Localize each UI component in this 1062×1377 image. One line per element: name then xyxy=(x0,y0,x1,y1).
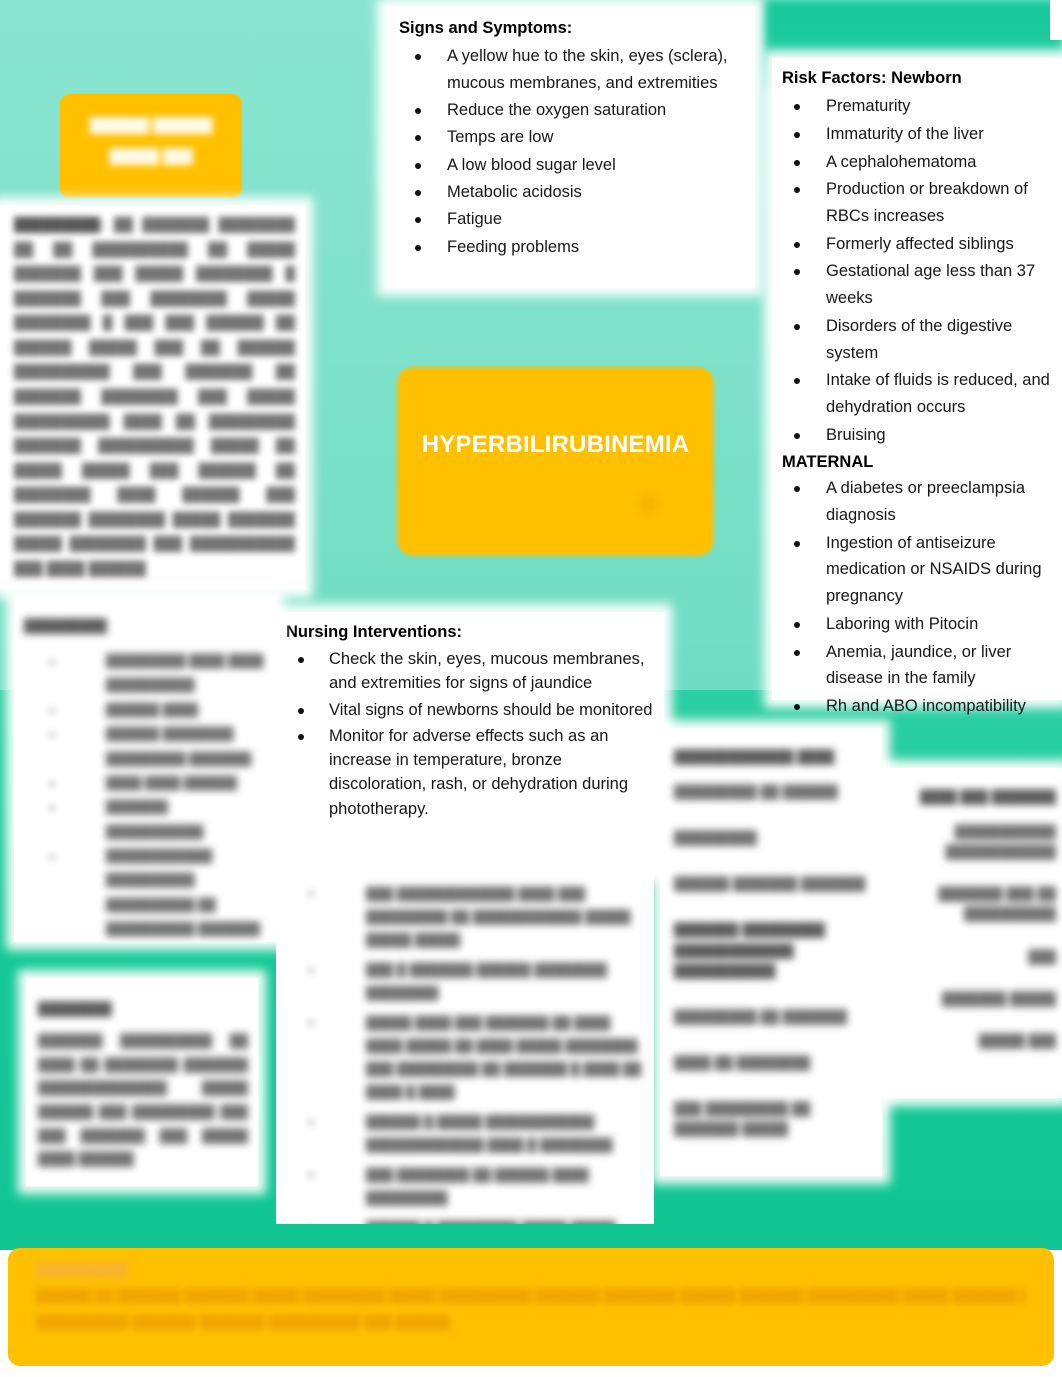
right-side-line: ███████ ███ ██ ██████████ xyxy=(938,886,1056,922)
list-item: Temps are low xyxy=(399,124,741,150)
list-item: A low blood sugar level xyxy=(399,152,741,178)
list-item: ███ █ ███████ ██████ ████████ ████████ xyxy=(324,958,646,1004)
footer-banner: ██████████ ██████ ██ ███████ ███████ ███… xyxy=(8,1248,1054,1366)
list-item: Vital signs of newborns should be monito… xyxy=(286,698,654,722)
footer-line: ██████ ██ ███████ ███████ █████ ████████… xyxy=(36,1288,1026,1303)
footer-heading: ██████████ xyxy=(36,1262,129,1277)
right-side-panel: ████ ███ ███████ ███████████ ███████████… xyxy=(884,768,1062,1098)
list-item: Formerly affected siblings xyxy=(782,231,1056,258)
complications-line: █████████ ██ ███████ xyxy=(674,1008,848,1024)
right-side-line: ███ xyxy=(1028,948,1056,964)
list-item: Reduce the oxygen saturation xyxy=(399,97,741,123)
interventions-detail-list: ███ █████████████ ████ ███ █████████ ██ … xyxy=(284,882,646,1224)
footer-line: ██████████ ███████ ███████ ██████████ ██… xyxy=(36,1314,451,1329)
list-item: Monitor for adverse effects such as an i… xyxy=(286,724,654,821)
right-side-line: ███████ █████ xyxy=(941,990,1056,1006)
list-item: Rh and ABO incompatibility xyxy=(782,693,1056,720)
list-item: Immaturity of the liver xyxy=(782,121,1056,148)
list-item: Metabolic acidosis xyxy=(399,179,741,205)
right-side-line: █████ ███ xyxy=(978,1032,1056,1048)
list-item: A yellow hue to the skin, eyes (sclera),… xyxy=(399,43,741,96)
list-item: ██████ ████████ █████████ ███████ xyxy=(64,722,268,771)
complications-line: █████████ xyxy=(674,830,757,846)
list-item: Feeding problems xyxy=(399,234,741,260)
complications-line: ███████ █████████ █████████████ ████████… xyxy=(674,922,825,978)
complications-panel: █████████████ ████ █████████ ██ ██████ █… xyxy=(660,728,882,1176)
risk-factors-heading: Risk Factors: Newborn xyxy=(782,69,962,87)
list-item: Check the skin, eyes, mucous membranes, … xyxy=(286,647,654,696)
list-item: Fatigue xyxy=(399,206,741,232)
list-item: █████████ ████ ████ ██████████ xyxy=(64,649,268,698)
list-item: ███ █████████████ ████ ███ █████████ ██ … xyxy=(324,882,646,951)
nursing-interventions-list: Check the skin, eyes, mucous membranes, … xyxy=(286,647,654,821)
watermark-blob xyxy=(639,494,659,514)
definition-panel: █████████: ██ ███████ ████████ ██ ██ ███… xyxy=(0,205,305,590)
list-item: Prematurity xyxy=(782,93,1056,120)
treatment-heading: █████████ xyxy=(24,618,107,633)
list-item: Intake of fluids is reduced, and dehydra… xyxy=(782,367,1056,420)
topic-label-box: ██████ ██████ █████ ███ xyxy=(60,94,242,198)
complications-line: ██████ ███████ ███████ xyxy=(674,876,866,892)
list-item: Bruising xyxy=(782,422,1056,449)
risk-factors-maternal-heading: MATERNAL xyxy=(782,453,874,472)
central-topic-box: HYPERBILIRUBINEMIA xyxy=(399,369,712,554)
list-item: A diabetes or preeclampsia diagnosis xyxy=(782,475,1056,528)
diagnosis-text: ███████ ██████████ ██ ████ ██ ████████ █… xyxy=(38,1033,248,1167)
background-white-notch xyxy=(1050,0,1062,40)
definition-lead: █████████: xyxy=(14,217,105,232)
list-item: Laboring with Pitocin xyxy=(782,611,1056,638)
list-item: Anemia, jaundice, or liver disease in th… xyxy=(782,639,1056,692)
complications-line: ████ ██ ████████ xyxy=(674,1054,811,1070)
signs-and-symptoms-list: A yellow hue to the skin, eyes (sclera),… xyxy=(399,43,741,260)
interventions-detail-panel: ███ █████████████ ████ ███ █████████ ██ … xyxy=(276,862,654,1224)
list-item: ███████ ███████████ xyxy=(64,795,268,844)
list-item: ██████ █ █████████ █████ █████ xyxy=(324,1216,646,1224)
list-item: █████ ████ ███ ███████ ██ ████ ████ ████… xyxy=(324,1011,646,1103)
definition-text: █████████: ██ ███████ ████████ ██ ██ ███… xyxy=(14,213,295,581)
treatment-panel: █████████ █████████ ████ ████ ██████████… xyxy=(14,597,276,942)
list-item: ███ ████████ ██ ██████ ████ █████████ xyxy=(324,1163,646,1209)
diagnosis-panel: ████████ ███████ ██████████ ██ ████ ██ █… xyxy=(26,978,258,1186)
complications-line: ███ █████████ ██ ███████ █████ xyxy=(674,1101,811,1137)
nursing-interventions-heading: Nursing Interventions: xyxy=(286,623,463,641)
diagnosis-heading: ████████ xyxy=(38,1001,112,1016)
definition-body: ██ ███████ ████████ ██ ██ ██████████ ██ … xyxy=(14,217,295,576)
concept-map-page: ██████ ██████ █████ ███ Signs and Sympto… xyxy=(0,0,1062,1377)
signs-and-symptoms-panel: Signs and Symptoms: A yellow hue to the … xyxy=(385,6,755,288)
complications-heading: █████████████ ████ xyxy=(674,749,835,764)
list-item: ██████ ████ xyxy=(64,698,268,722)
right-side-line: ███████████ ████████████ xyxy=(945,824,1056,860)
risk-factors-newborn-list: Prematurity Immaturity of the liver A ce… xyxy=(782,93,1056,448)
list-item: ██████ █ █████ ████████████ ████████████… xyxy=(324,1110,646,1156)
right-side-heading: ████ ███ ███████ xyxy=(919,789,1056,804)
list-item: ████████████ ██████████ ██████████ ██ ██… xyxy=(64,844,268,942)
risk-factors-panel: Risk Factors: Newborn Prematurity Immatu… xyxy=(772,58,1062,715)
list-item: Disorders of the digestive system xyxy=(782,313,1056,366)
list-item: Ingestion of antiseizure medication or N… xyxy=(782,530,1056,610)
nursing-interventions-panel: Nursing Interventions: Check the skin, e… xyxy=(276,612,664,874)
list-item: Production or breakdown of RBCs increase… xyxy=(782,176,1056,229)
topic-label-line-2: █████ ███ xyxy=(109,147,193,164)
complications-line: █████████ ██ ██████ xyxy=(674,784,838,799)
list-item: ████ ████ ██████ xyxy=(64,771,268,795)
list-item: A cephalohematoma xyxy=(782,149,1056,176)
treatment-list: █████████ ████ ████ ██████████ ██████ ██… xyxy=(24,649,268,942)
page-title: HYPERBILIRUBINEMIA xyxy=(421,431,690,458)
signs-and-symptoms-heading: Signs and Symptoms: xyxy=(399,19,573,37)
risk-factors-maternal-list: A diabetes or preeclampsia diagnosis Ing… xyxy=(782,475,1056,719)
list-item: Gestational age less than 37 weeks xyxy=(782,258,1056,311)
topic-label-line-1: ██████ ██████ xyxy=(89,117,213,133)
